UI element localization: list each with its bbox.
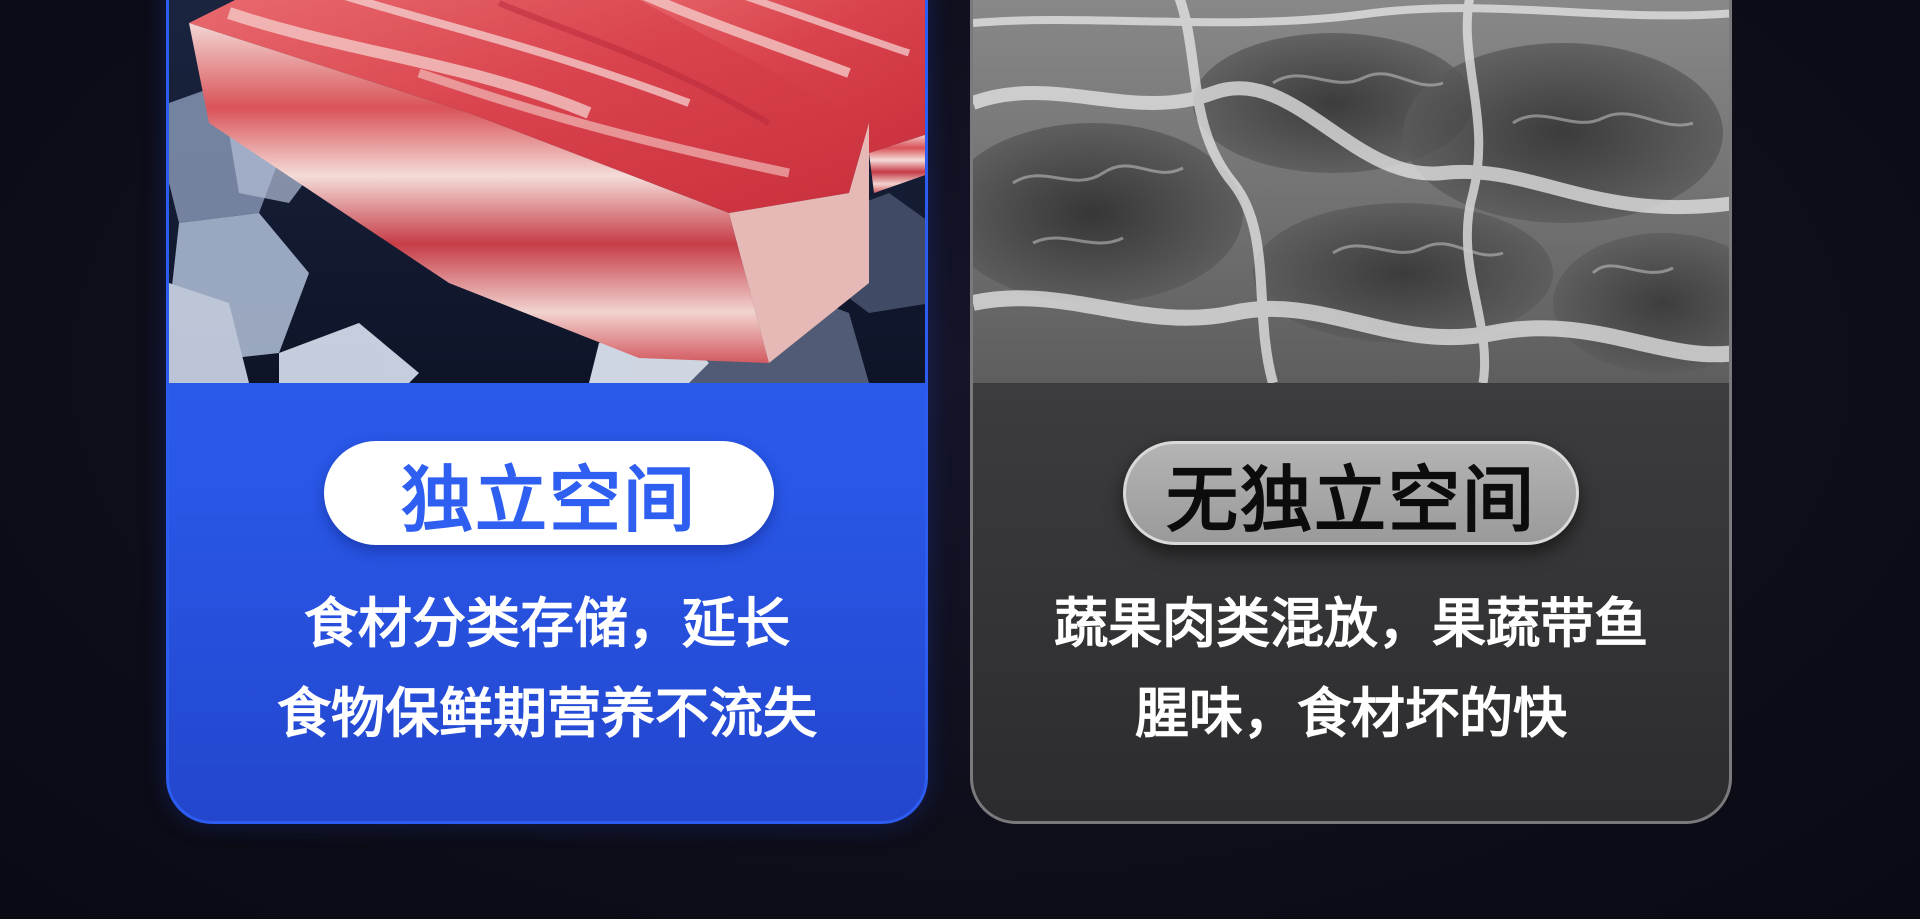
no-independent-space-card: 无独立空间 蔬果肉类混放，果蔬带鱼 腥味，食材坏的快 <box>970 0 1732 824</box>
independent-space-label: 独立空间 <box>324 441 774 545</box>
independent-space-card: 独立空间 食材分类存储，延长 食物保鲜期营养不流失 <box>166 0 928 824</box>
description-line: 食物保鲜期营养不流失 <box>277 682 817 745</box>
frozen-meat-image <box>973 0 1729 383</box>
independent-space-description: 食材分类存储，延长 食物保鲜期营养不流失 <box>169 579 925 759</box>
comparison-banner: 独立空间 食材分类存储，延长 食物保鲜期营养不流失 无独立空间 蔬果肉类混放，果… <box>0 0 1920 919</box>
no-independent-space-description: 蔬果肉类混放，果蔬带鱼 腥味，食材坏的快 <box>973 579 1729 759</box>
pork-belly-on-ice-image <box>169 0 925 383</box>
description-line: 蔬果肉类混放，果蔬带鱼 <box>1054 592 1648 655</box>
no-independent-space-label: 无独立空间 <box>1123 441 1579 545</box>
description-line: 腥味，食材坏的快 <box>1135 682 1567 745</box>
description-line: 食材分类存储，延长 <box>304 592 790 655</box>
